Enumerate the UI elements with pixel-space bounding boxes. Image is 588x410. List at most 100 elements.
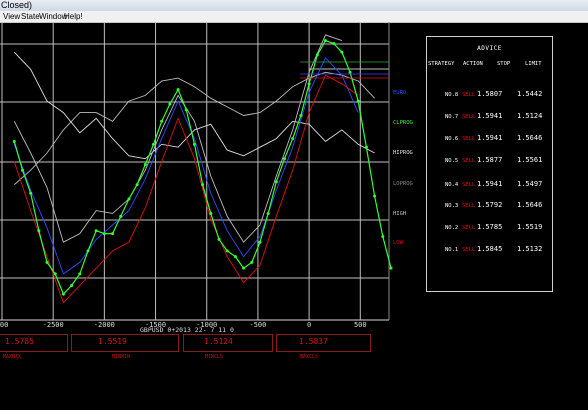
menu-help[interactable]: Help! — [64, 11, 83, 22]
clprog-point — [217, 237, 221, 241]
clprog-point — [348, 70, 352, 74]
strategy-no: NO.7 — [445, 114, 459, 120]
clprog-point — [283, 157, 287, 161]
mincls-value: 1.5124 — [204, 337, 233, 346]
strategy-no: NO.8 — [445, 92, 459, 98]
series-line-loprog — [14, 71, 375, 185]
advice-row: NO.1 SELL 1.5845 1.5132 — [427, 245, 552, 255]
clprog-point — [389, 266, 393, 270]
clprog-point — [135, 183, 139, 187]
advice-row: NO.8 SELL 1.5807 1.5442 — [427, 90, 552, 100]
action: SELL — [462, 247, 476, 253]
limit-value: 1.5519 — [517, 223, 543, 231]
clprog-point — [102, 232, 106, 236]
mincls-box: 1.5124 — [183, 334, 273, 352]
x-tick-label: 500 — [354, 321, 367, 329]
clprog-point — [299, 114, 303, 118]
clprog-point — [307, 82, 311, 86]
legend-clprog: CLPROG — [393, 120, 413, 126]
minmin-label: MINMIN — [112, 354, 131, 360]
action: SELL — [462, 182, 476, 188]
limit-value: 1.5646 — [517, 134, 543, 142]
clprog-point — [233, 255, 237, 259]
stop-value: 1.5941 — [477, 134, 503, 142]
maxmax-label: MAXMAX — [3, 354, 22, 360]
clprog-point — [127, 197, 131, 201]
strategy-no: NO.1 — [445, 247, 459, 253]
advice-title: ADVICE — [477, 45, 502, 52]
clprog-point — [152, 142, 156, 146]
clprog-point — [168, 102, 172, 106]
clprog-point — [323, 39, 327, 43]
clprog-point — [61, 292, 65, 296]
legend-hiprog: HIPROG — [393, 150, 413, 156]
clprog-point — [364, 145, 368, 149]
maxmax-box: 1.5785 — [0, 334, 68, 352]
limit-value: 1.5646 — [517, 201, 543, 209]
clprog-point — [381, 234, 385, 238]
clprog-point — [225, 249, 229, 253]
maxcls-value: 1.5837 — [299, 337, 328, 346]
menu-state[interactable]: State — [21, 11, 40, 22]
legend-euro: EURO — [393, 90, 406, 96]
stop-value: 1.5941 — [477, 112, 503, 120]
limit-value: 1.5497 — [517, 180, 543, 188]
maxmax-value: 1.5785 — [5, 337, 34, 346]
chart-footer: GBPUSD 0+2013 22- 7 11 0 — [140, 326, 234, 334]
clprog-point — [78, 272, 82, 276]
header-strategy: STRATEGY — [428, 61, 455, 67]
action: SELL — [462, 92, 476, 98]
advice-row: NO.5 SELL 1.5877 1.5561 — [427, 156, 552, 166]
trading-window: Closed) View State Window Help! 000-2500… — [0, 0, 588, 410]
x-tick-label: 000 — [0, 321, 8, 329]
header-limit: LIMIT — [525, 61, 542, 67]
advice-row: NO.6 SELL 1.5941 1.5646 — [427, 134, 552, 144]
limit-value: 1.5132 — [517, 245, 543, 253]
stop-value: 1.5877 — [477, 156, 503, 164]
clprog-point — [258, 240, 262, 244]
clprog-point — [291, 137, 295, 141]
stop-value: 1.5941 — [477, 180, 503, 188]
action: SELL — [462, 158, 476, 164]
clprog-point — [37, 229, 41, 233]
clprog-point — [45, 260, 49, 264]
advice-row: NO.4 SELL 1.5941 1.5497 — [427, 180, 552, 190]
strategy-no: NO.3 — [445, 203, 459, 209]
x-tick-label: -2500 — [43, 321, 64, 329]
maxcls-label: MAXCLS — [300, 354, 319, 360]
maxcls-box: 1.5837 — [276, 334, 371, 352]
strategy-no: NO.2 — [445, 225, 459, 231]
clprog-point — [250, 260, 254, 264]
clprog-point — [209, 211, 213, 215]
action: SELL — [462, 136, 476, 142]
minmin-box: 1.5519 — [71, 334, 179, 352]
advice-row: NO.2 SELL 1.5785 1.5519 — [427, 223, 552, 233]
stop-value: 1.5807 — [477, 90, 503, 98]
header-action: ACTION — [463, 61, 483, 67]
clprog-point — [274, 180, 278, 184]
mincls-label: MINCLS — [205, 354, 224, 360]
clprog-point — [266, 211, 270, 215]
window-title: Closed) — [1, 0, 33, 10]
clprog-point — [315, 53, 319, 57]
clprog-point — [160, 119, 164, 123]
menu-view[interactable]: View — [3, 11, 20, 22]
strategy-no: NO.6 — [445, 136, 459, 142]
minmin-value: 1.5519 — [98, 337, 127, 346]
clprog-point — [86, 249, 90, 253]
advice-row: NO.7 SELL 1.5941 1.5124 — [427, 112, 552, 122]
clprog-point — [94, 229, 98, 233]
action: SELL — [462, 203, 476, 209]
stop-value: 1.5792 — [477, 201, 503, 209]
strategy-no: NO.5 — [445, 158, 459, 164]
action: SELL — [462, 114, 476, 120]
clprog-point — [20, 168, 24, 172]
x-tick-label: -2000 — [94, 321, 115, 329]
strategy-no: NO.4 — [445, 182, 459, 188]
x-tick-label: -500 — [249, 321, 266, 329]
legend-high: HIGH — [393, 211, 406, 217]
advice-row: NO.3 SELL 1.5792 1.5646 — [427, 201, 552, 211]
clprog-point — [192, 142, 196, 146]
clprog-point — [242, 266, 246, 270]
stop-value: 1.5785 — [477, 223, 503, 231]
